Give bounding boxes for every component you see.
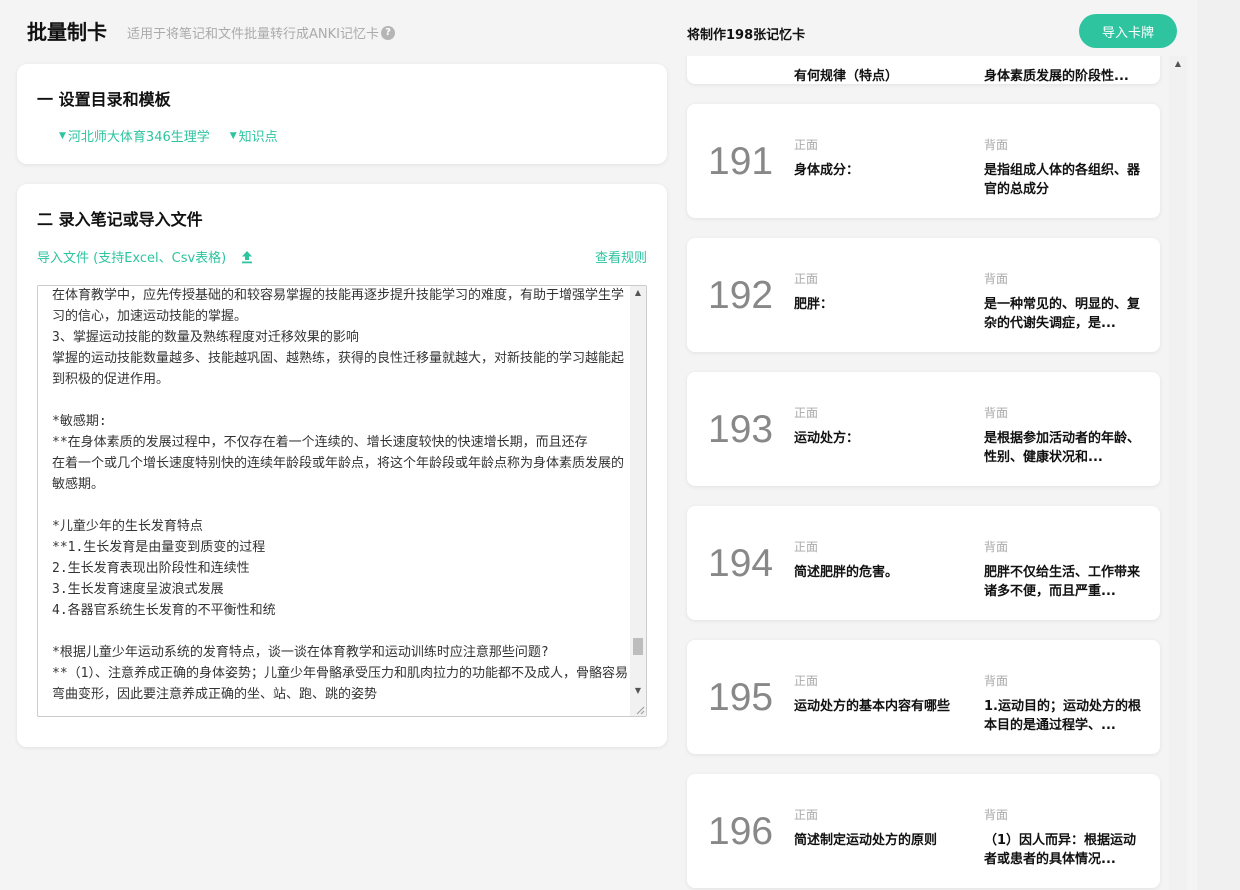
page-title: 批量制卡 xyxy=(27,20,107,44)
page-subtitle: 适用于将笔记和文件批量转行成ANKI记忆卡 ? xyxy=(127,23,395,42)
card-preview[interactable]: 194 正面 背面 简述肥胖的危害。 肥胖不仅给生活、工作带来诸多不便，而且严重… xyxy=(687,506,1160,620)
card-list-scrollbar[interactable]: ▲ xyxy=(1169,56,1187,890)
back-label: 背面 xyxy=(984,406,1009,420)
import-file-link[interactable]: 导入文件 (支持Excel、Csv表格) xyxy=(37,247,254,266)
page-gutter xyxy=(1197,0,1240,890)
card-back-text: 肥胖不仅给生活、工作带来诸多不便，而且严重... xyxy=(984,565,1141,599)
front-label: 正面 xyxy=(794,138,819,152)
help-icon[interactable]: ? xyxy=(380,25,395,40)
card-back-text: 身体素质发展的阶段性... xyxy=(984,69,1129,84)
section-heading-template: 一 设置目录和模板 xyxy=(37,90,171,109)
card-front-text: 运动处方的基本内容有哪些 xyxy=(794,699,951,714)
upload-icon[interactable] xyxy=(240,250,254,264)
notes-textarea-content[interactable]: 在体育教学中，应先传授基础的和较容易掌握的技能再逐步提升技能学习的难度，有助于增… xyxy=(38,286,630,716)
template-select-label: 知识点 xyxy=(238,130,278,145)
back-label: 背面 xyxy=(984,674,1009,688)
card-preview[interactable]: 191 正面 背面 身体成分： 是指组成人体的各组织、器官的总成分 xyxy=(687,104,1160,218)
card-preview[interactable]: 193 正面 背面 运动处方： 是根据参加活动者的年龄、性别、健康状况和... xyxy=(687,372,1160,486)
card-preview-list: 有何规律（特点） 身体素质发展的阶段性... 191 正面 背面 身体成分： 是… xyxy=(677,56,1187,890)
card-front-text: 有何规律（特点） xyxy=(794,69,899,84)
card-front-text: 身体成分： xyxy=(794,163,860,178)
import-file-label: 导入文件 (支持Excel、Csv表格) xyxy=(37,251,227,266)
section-heading-notes: 二 录入笔记或导入文件 xyxy=(37,210,203,229)
scroll-up-icon[interactable]: ▲ xyxy=(630,286,646,300)
card-number: 194 xyxy=(708,542,774,585)
textarea-scrollbar[interactable]: ▲ ▼ xyxy=(630,286,646,716)
card-number: 196 xyxy=(708,810,774,853)
template-settings-panel: 一 设置目录和模板 ▼ 河北师大体育346生理学 ▼ 知识点 xyxy=(17,64,667,164)
front-label: 正面 xyxy=(794,808,819,822)
deck-select-label: 河北师大体育346生理学 xyxy=(67,130,210,145)
card-front-text: 简述肥胖的危害。 xyxy=(794,565,899,580)
back-label: 背面 xyxy=(984,138,1009,152)
card-count: 将制作198张记忆卡 xyxy=(687,28,806,43)
card-back-text: （1）因人而异：根据运动者或患者的具体情况... xyxy=(984,833,1137,867)
card-number: 191 xyxy=(708,140,774,183)
deck-select[interactable]: ▼ 河北师大体育346生理学 xyxy=(59,126,210,145)
card-preview-partial[interactable]: 有何规律（特点） 身体素质发展的阶段性... xyxy=(687,56,1160,84)
back-label: 背面 xyxy=(984,808,1009,822)
card-back-text: 是指组成人体的各组织、器官的总成分 xyxy=(984,163,1141,197)
scrollbar-thumb[interactable] xyxy=(633,638,643,655)
card-front-text: 简述制定运动处方的原则 xyxy=(794,833,938,848)
back-label: 背面 xyxy=(984,272,1009,286)
caret-down-icon: ▼ xyxy=(59,130,66,141)
view-rules-link[interactable]: 查看规则 xyxy=(595,247,647,266)
template-select[interactable]: ▼ 知识点 xyxy=(230,126,278,145)
card-preview[interactable]: 196 正面 背面 简述制定运动处方的原则 （1）因人而异：根据运动者或患者的具… xyxy=(687,774,1160,888)
front-label: 正面 xyxy=(794,272,819,286)
caret-down-icon: ▼ xyxy=(229,130,237,141)
notes-textarea[interactable]: 在体育教学中，应先传授基础的和较容易掌握的技能再逐步提升技能学习的难度，有助于增… xyxy=(37,285,647,717)
notes-input-panel: 二 录入笔记或导入文件 导入文件 (支持Excel、Csv表格) 查看规则 在体… xyxy=(17,184,667,747)
card-back-text: 是根据参加活动者的年龄、性别、健康状况和... xyxy=(984,431,1141,465)
card-number: 195 xyxy=(708,676,774,719)
card-back-text: 是一种常见的、明显的、复杂的代谢失调症，是... xyxy=(984,297,1141,331)
template-selectors: ▼ 河北师大体育346生理学 ▼ 知识点 xyxy=(59,126,278,145)
front-label: 正面 xyxy=(794,406,819,420)
scroll-down-icon[interactable]: ▼ xyxy=(630,684,646,698)
back-label: 背面 xyxy=(984,540,1009,554)
card-front-text: 肥胖： xyxy=(794,297,834,312)
card-back-text: 1.运动目的；运动处方的根本目的是通过程学、... xyxy=(984,699,1141,733)
import-cards-button[interactable]: 导入卡牌 xyxy=(1079,14,1177,48)
card-number: 192 xyxy=(708,274,774,317)
card-number: 193 xyxy=(708,408,774,451)
front-label: 正面 xyxy=(794,674,819,688)
card-front-text: 运动处方： xyxy=(794,431,860,446)
card-preview[interactable]: 192 正面 背面 肥胖： 是一种常见的、明显的、复杂的代谢失调症，是... xyxy=(687,238,1160,352)
page-subtitle-text: 适用于将笔记和文件批量转行成ANKI记忆卡 xyxy=(127,27,379,42)
resize-grip-icon[interactable] xyxy=(635,705,645,715)
card-preview[interactable]: 195 正面 背面 运动处方的基本内容有哪些 1.运动目的；运动处方的根本目的是… xyxy=(687,640,1160,754)
scroll-up-icon[interactable]: ▲ xyxy=(1169,56,1187,72)
front-label: 正面 xyxy=(794,540,819,554)
